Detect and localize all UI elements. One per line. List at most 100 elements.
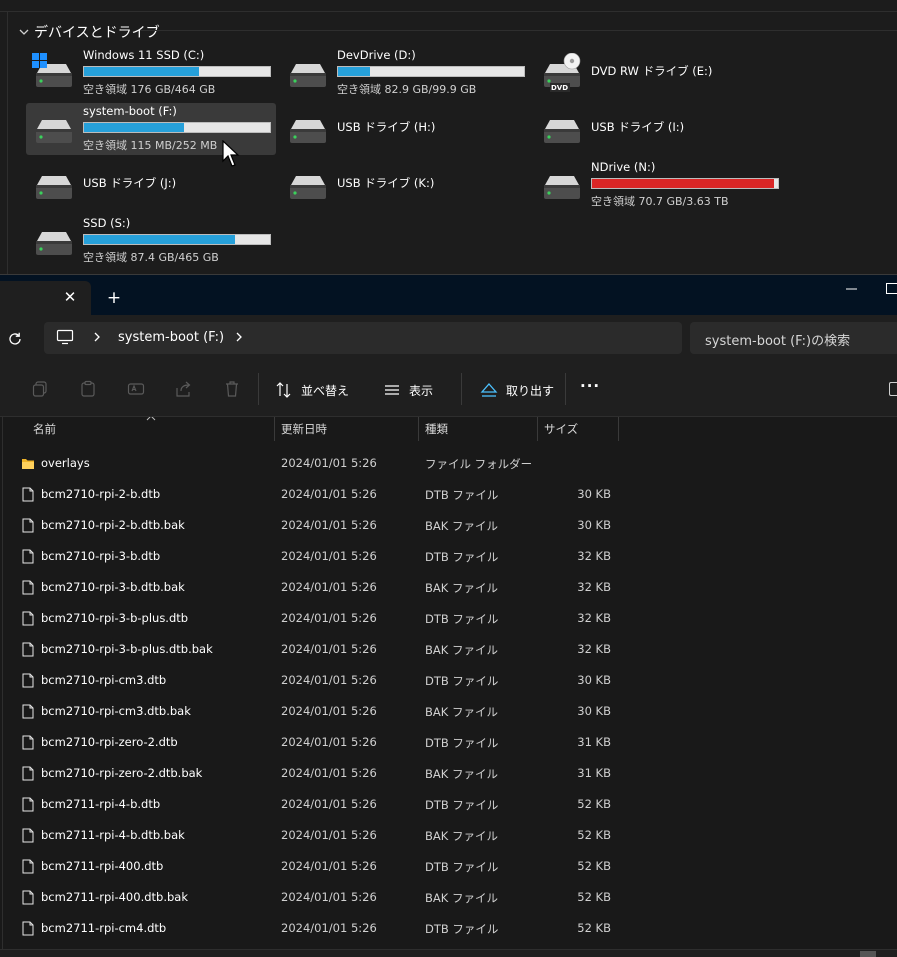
file-row[interactable]: bcm2710-rpi-zero-2.dtb.bak 2024/01/01 5:2…: [0, 758, 897, 789]
file-type: BAK ファイル: [425, 519, 498, 533]
mouse-cursor-icon: [222, 140, 240, 167]
column-size[interactable]: サイズ: [538, 417, 619, 441]
file-type: DTB ファイル: [425, 860, 499, 874]
drive-tile[interactable]: SSD (S:) 空き領域 87.4 GB/465 GB: [26, 215, 276, 267]
drive-name: system-boot (F:): [83, 104, 177, 118]
file-icon: [21, 704, 35, 719]
file-row[interactable]: bcm2710-rpi-3-b-plus.dtb 2024/01/01 5:26 D…: [0, 603, 897, 634]
file-name: bcm2710-rpi-zero-2.dtb: [41, 735, 178, 749]
this-pc-icon: [56, 329, 74, 345]
chevron-right-icon[interactable]: [90, 330, 104, 344]
drive-tile[interactable]: DVD DVD RW ドライブ (E:): [534, 47, 784, 99]
file-modified: 2024/01/01 5:26: [281, 735, 377, 749]
file-row[interactable]: bcm2710-rpi-cm3.dtb 2024/01/01 5:26 DTB ファ…: [0, 665, 897, 696]
file-row[interactable]: bcm2710-rpi-3-b.dtb.bak 2024/01/01 5:26 BA…: [0, 572, 897, 603]
file-modified: 2024/01/01 5:26: [281, 766, 377, 780]
file-row[interactable]: bcm2711-rpi-cm4.dtb 2024/01/01 5:26 DTB ファ…: [0, 913, 897, 944]
file-size: 31 KB: [577, 766, 611, 780]
file-row[interactable]: bcm2710-rpi-cm3.dtb.bak 2024/01/01 5:26 BA…: [0, 696, 897, 727]
drive-icon: [285, 109, 331, 149]
file-row[interactable]: bcm2711-rpi-400.dtb 2024/01/01 5:26 DTB ファ…: [0, 851, 897, 882]
file-size: 52 KB: [577, 921, 611, 935]
file-icon: [21, 735, 35, 750]
drive-free-space: 空き領域 70.7 GB/3.63 TB: [591, 195, 729, 208]
file-row[interactable]: bcm2710-rpi-2-b.dtb.bak 2024/01/01 5:26 BA…: [0, 510, 897, 541]
file-name: bcm2710-rpi-cm3.dtb.bak: [41, 704, 191, 718]
file-type: BAK ファイル: [425, 891, 498, 905]
view-list-icon: [385, 385, 399, 395]
rename-icon[interactable]: [127, 380, 145, 398]
file-name: bcm2710-rpi-cm3.dtb: [41, 673, 167, 687]
delete-icon[interactable]: [223, 380, 241, 398]
dvd-drive-icon: DVD: [539, 52, 585, 93]
file-row[interactable]: bcm2711-rpi-400.dtb.bak 2024/01/01 5:26 BA…: [0, 882, 897, 913]
copy-icon[interactable]: [31, 380, 49, 398]
file-type: DTB ファイル: [425, 550, 499, 564]
file-type: ファイル フォルダー: [425, 457, 533, 471]
more-options-icon[interactable]: ···: [580, 379, 602, 398]
refresh-icon[interactable]: [6, 330, 24, 348]
maximize-icon[interactable]: [886, 283, 897, 294]
paste-icon[interactable]: [79, 380, 97, 398]
close-tab-icon[interactable]: ✕: [62, 289, 78, 305]
drive-tile[interactable]: USB ドライブ (I:): [534, 103, 784, 155]
scrollbar-thumb[interactable]: [860, 951, 876, 957]
column-header-row: 名前 更新日時 種類 サイズ: [0, 417, 897, 441]
drive-free-space: 空き領域 115 MB/252 MB: [83, 139, 218, 152]
breadcrumb-current[interactable]: system-boot (F:): [118, 330, 224, 345]
file-row[interactable]: bcm2710-rpi-3-b.dtb 2024/01/01 5:26 DTB ファ…: [0, 541, 897, 572]
file-row[interactable]: bcm2710-rpi-2-b.dtb 2024/01/01 5:26 DTB ファ…: [0, 479, 897, 510]
devices-section-header[interactable]: デバイスとドライブ: [18, 22, 160, 42]
drive-usage-bar: [83, 66, 271, 77]
file-name: bcm2711-rpi-400.dtb: [41, 859, 164, 873]
chevron-right-icon[interactable]: [232, 330, 246, 344]
drive-tile[interactable]: DevDrive (D:) 空き領域 82.9 GB/99.9 GB: [280, 47, 530, 99]
file-name: bcm2710-rpi-3-b-plus.dtb: [41, 611, 189, 625]
file-modified: 2024/01/01 5:26: [281, 673, 377, 687]
new-tab-icon[interactable]: +: [104, 288, 124, 308]
drive-free-space: 空き領域 82.9 GB/99.9 GB: [337, 83, 477, 96]
sort-button[interactable]: 並べ替え: [275, 375, 349, 405]
file-type: DTB ファイル: [425, 736, 499, 750]
drive-tile[interactable]: NDrive (N:) 空き領域 70.7 GB/3.63 TB: [534, 159, 784, 211]
column-type[interactable]: 種類: [419, 417, 538, 441]
file-type: BAK ファイル: [425, 705, 498, 719]
drive-tile[interactable]: USB ドライブ (K:): [280, 159, 530, 211]
drive-usage-fill: [84, 235, 235, 244]
drive-name: NDrive (N:): [591, 160, 656, 174]
section-title: デバイスとドライブ: [34, 25, 160, 41]
column-modified[interactable]: 更新日時: [275, 417, 419, 441]
file-row[interactable]: bcm2710-rpi-3-b-plus.dtb.bak 2024/01/01 5…: [0, 634, 897, 665]
windows-drive-icon: [31, 53, 77, 93]
file-icon: [21, 673, 35, 688]
drive-tile[interactable]: USB ドライブ (H:): [280, 103, 530, 155]
drive-name: DVD RW ドライブ (E:): [591, 64, 713, 78]
address-bar[interactable]: system-boot (F:): [44, 322, 682, 354]
eject-button[interactable]: 取り出す: [480, 375, 554, 405]
drive-tile[interactable]: Windows 11 SSD (C:) 空き領域 176 GB/464 GB: [26, 47, 276, 99]
drive-usage-fill: [592, 179, 775, 188]
view-button[interactable]: 表示: [383, 375, 433, 405]
drive-usage-bar: [83, 122, 271, 133]
file-icon: [21, 766, 35, 781]
details-pane-icon[interactable]: [889, 382, 897, 396]
address-bar-row: system-boot (F:) system-boot (F:)の検索: [0, 315, 897, 363]
file-name: bcm2710-rpi-3-b.dtb.bak: [41, 580, 185, 594]
file-row[interactable]: bcm2710-rpi-zero-2.dtb 2024/01/01 5:26 DTB…: [0, 727, 897, 758]
toolbar-divider: [565, 373, 566, 405]
file-modified: 2024/01/01 5:26: [281, 549, 377, 563]
file-row[interactable]: bcm2711-rpi-4-b.dtb 2024/01/01 5:26 DTB ファ…: [0, 789, 897, 820]
minimize-icon[interactable]: [842, 279, 862, 299]
file-row[interactable]: bcm2711-rpi-4-b.dtb.bak 2024/01/01 5:26 BA…: [0, 820, 897, 851]
file-size: 32 KB: [577, 580, 611, 594]
search-input[interactable]: system-boot (F:)の検索: [690, 322, 897, 354]
file-icon: [21, 487, 35, 502]
tab-system-boot[interactable]: ✕: [0, 281, 91, 315]
file-modified: 2024/01/01 5:26: [281, 890, 377, 904]
share-icon[interactable]: [175, 380, 193, 398]
drive-icon: [31, 109, 77, 149]
file-name: bcm2711-rpi-400.dtb.bak: [41, 890, 188, 904]
file-row[interactable]: overlays 2024/01/01 5:26 ファイル フォルダー: [0, 448, 897, 479]
navigation-pane-edge: [0, 12, 8, 274]
column-name[interactable]: 名前: [27, 417, 275, 441]
